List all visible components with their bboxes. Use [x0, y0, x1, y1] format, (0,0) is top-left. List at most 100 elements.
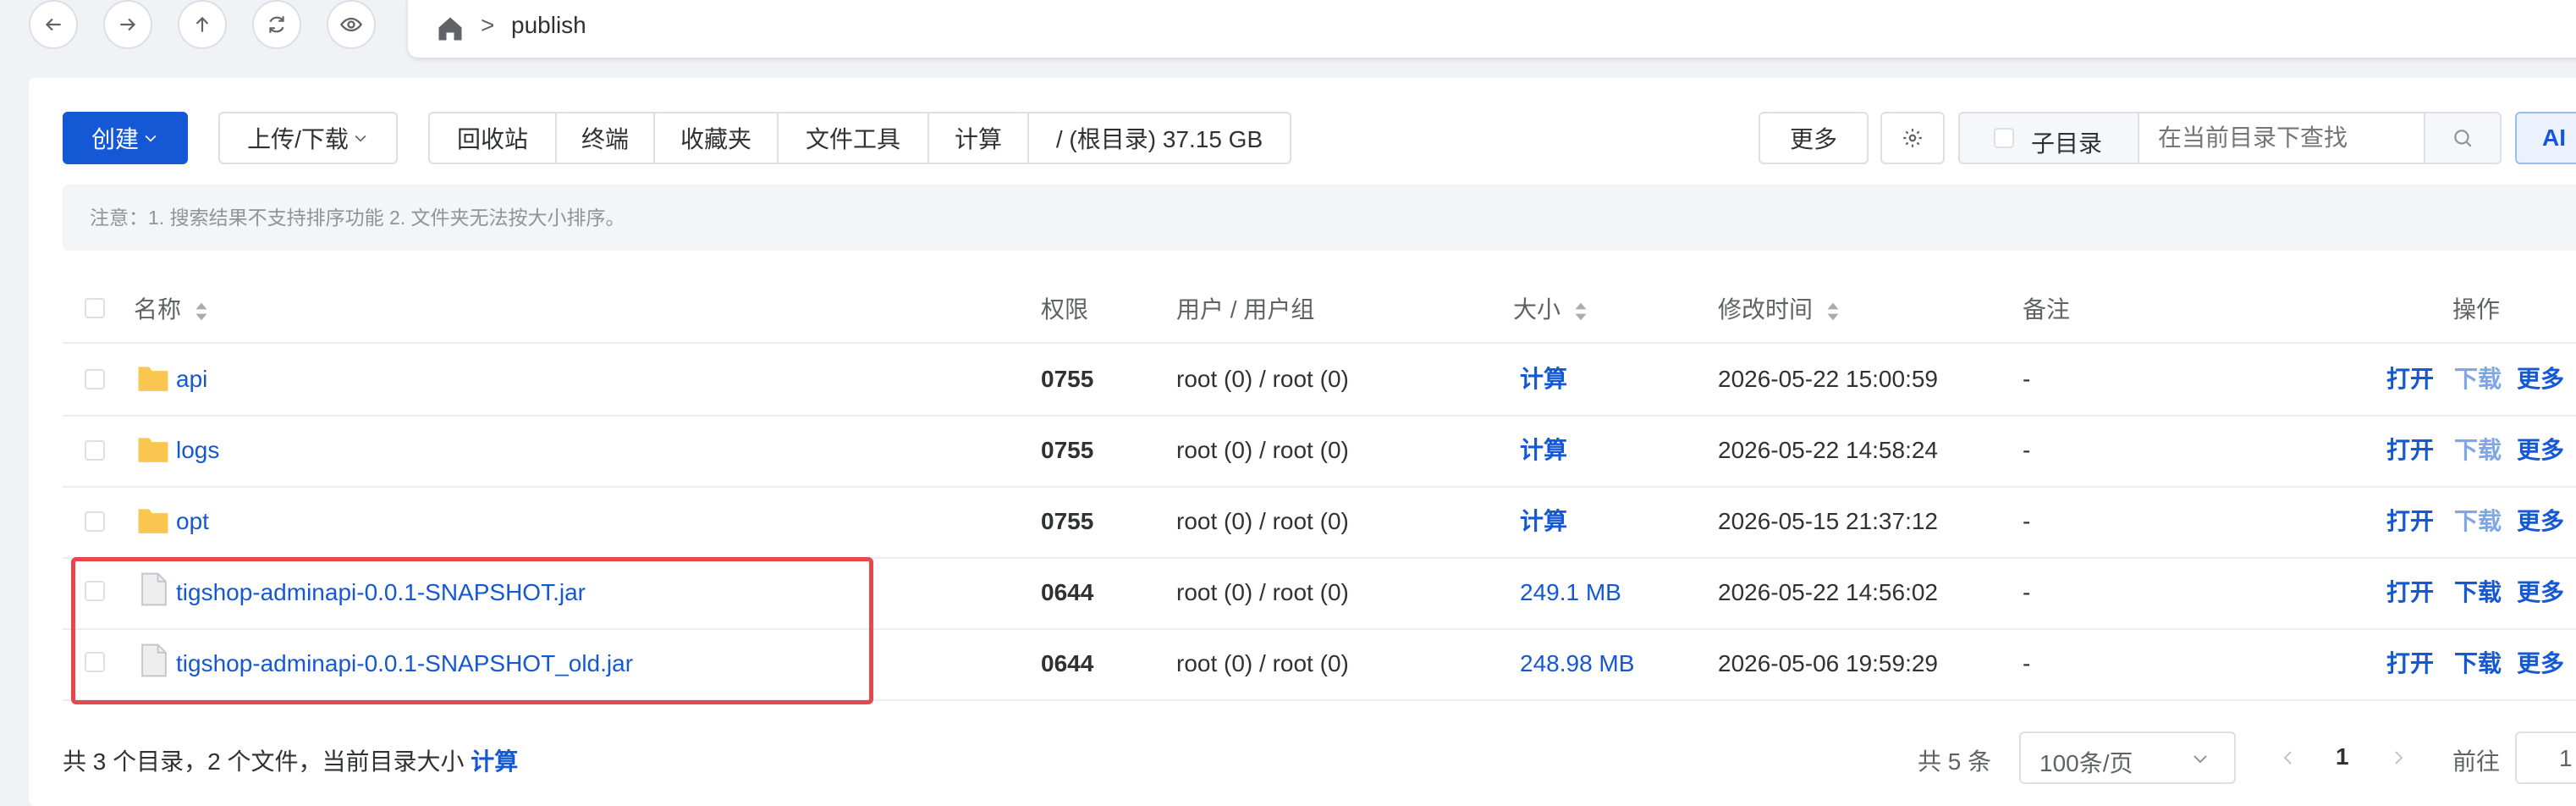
size-value[interactable]: 249.1 MB	[1520, 557, 1621, 628]
open-link[interactable]: 打开	[2386, 415, 2434, 486]
up-button[interactable]	[178, 0, 227, 49]
arrow-right-icon	[120, 18, 136, 31]
search-input[interactable]	[2138, 112, 2425, 164]
sort-icon	[195, 302, 207, 321]
open-link[interactable]: 打开	[2386, 486, 2434, 557]
path-bar[interactable]: > publish	[408, 0, 2576, 58]
perm-value: 0755	[1041, 366, 1094, 392]
sort-icon	[1575, 302, 1587, 321]
path-current[interactable]: publish	[511, 12, 586, 39]
file-name-link[interactable]: opt	[176, 486, 209, 557]
download-link[interactable]: 下载	[2454, 486, 2502, 557]
download-link[interactable]: 下载	[2454, 628, 2502, 699]
perm-value: 0755	[1041, 508, 1094, 534]
back-button[interactable]	[29, 0, 78, 49]
arrow-up-icon	[195, 16, 209, 32]
terminal-button[interactable]: 终端	[557, 113, 655, 163]
chevron-down-icon	[2193, 755, 2207, 764]
header-size[interactable]: 大小	[1513, 291, 1588, 325]
goto-value: 1	[2559, 745, 2573, 771]
folder-icon	[138, 367, 168, 391]
total-count: 共 5 条	[1918, 748, 1992, 775]
footer-calc-link[interactable]: 计算	[471, 748, 518, 775]
note-value: -	[2023, 508, 2031, 534]
highlight-box	[71, 557, 873, 704]
download-link[interactable]: 下载	[2454, 344, 2502, 415]
file-tools-button[interactable]: 文件工具	[779, 113, 929, 163]
perm-value: 0755	[1041, 437, 1094, 463]
owner-value: root (0) / root (0)	[1176, 437, 1349, 463]
row-more-link[interactable]: 更多	[2517, 344, 2564, 415]
footer-summary-text: 共 3 个目录，2 个文件，当前目录大小	[63, 748, 465, 775]
page-size-select[interactable]: 100条/页	[2019, 731, 2236, 784]
table-row: opt 0755 root (0) / root (0) 计算 2026-05-…	[63, 486, 2576, 559]
mtime-value: 2026-05-22 15:00:59	[1718, 366, 1938, 392]
create-button[interactable]: 创建	[63, 112, 188, 164]
settings-button[interactable]	[1880, 112, 1945, 164]
folder-icon	[138, 438, 168, 462]
search-button[interactable]	[2424, 112, 2502, 164]
next-page-icon[interactable]	[2388, 747, 2408, 769]
mtime-value: 2026-05-22 14:58:24	[1718, 437, 1938, 463]
mtime-value: 2026-05-06 19:59:29	[1718, 650, 1938, 676]
row-checkbox[interactable]	[85, 440, 105, 461]
perm-value: 0644	[1041, 579, 1094, 605]
file-name-link[interactable]: api	[176, 344, 207, 415]
header-owner: 用户 / 用户组	[1176, 296, 1315, 323]
chevron-down-icon	[145, 135, 157, 142]
row-checkbox[interactable]	[85, 369, 105, 389]
download-link[interactable]: 下载	[2454, 557, 2502, 628]
header-perm: 权限	[1041, 296, 1089, 323]
row-more-link[interactable]: 更多	[2517, 415, 2564, 486]
refresh-button[interactable]	[252, 0, 301, 49]
subdir-toggle[interactable]: 子目录	[1958, 112, 2139, 164]
note-value: -	[2023, 366, 2031, 392]
home-icon[interactable]	[435, 14, 465, 44]
row-more-link[interactable]: 更多	[2517, 628, 2564, 699]
search-icon	[2454, 130, 2472, 147]
goto-input[interactable]: 1	[2515, 731, 2576, 784]
open-link[interactable]: 打开	[2386, 344, 2434, 415]
header-name[interactable]: 名称	[134, 291, 208, 325]
disk-info-button[interactable]: / (根目录) 37.15 GB	[1029, 113, 1290, 163]
calculate-button[interactable]: 计算	[929, 113, 1029, 163]
subdir-checkbox[interactable]	[1994, 128, 2014, 148]
ai-button[interactable]: AI	[2515, 112, 2576, 164]
size-calc-link[interactable]: 计算	[1520, 486, 1567, 557]
gear-icon	[1903, 129, 1922, 147]
recycle-bin-button[interactable]: 回收站	[430, 113, 557, 163]
row-more-link[interactable]: 更多	[2517, 557, 2564, 628]
open-link[interactable]: 打开	[2386, 557, 2434, 628]
more-button[interactable]: 更多	[1759, 112, 1869, 164]
tool-button-group: 回收站 终端 收藏夹 文件工具 计算 / (根目录) 37.15 GB	[428, 112, 1291, 164]
view-button[interactable]	[327, 0, 376, 49]
size-calc-link[interactable]: 计算	[1520, 415, 1567, 486]
notice-bar: 注意：1. 搜索结果不支持排序功能 2. 文件夹无法按大小排序。	[63, 185, 2576, 251]
current-page[interactable]: 1	[2336, 743, 2349, 770]
eye-icon	[339, 17, 363, 32]
download-link[interactable]: 下载	[2454, 415, 2502, 486]
note-value: -	[2023, 579, 2031, 605]
path-separator: >	[481, 12, 495, 38]
create-label: 创建	[91, 126, 139, 152]
owner-value: root (0) / root (0)	[1176, 508, 1349, 534]
note-value: -	[2023, 650, 2031, 676]
file-name-link[interactable]: logs	[176, 415, 219, 486]
chevron-down-icon	[355, 135, 366, 142]
forward-button[interactable]	[103, 0, 152, 49]
prev-page-icon[interactable]	[2278, 747, 2298, 769]
upload-download-button[interactable]: 上传/下载	[218, 112, 398, 164]
row-checkbox[interactable]	[85, 511, 105, 532]
open-link[interactable]: 打开	[2386, 628, 2434, 699]
size-value[interactable]: 248.98 MB	[1520, 628, 1634, 699]
size-calc-link[interactable]: 计算	[1520, 344, 1567, 415]
subdir-label: 子目录	[2031, 130, 2103, 157]
mtime-value: 2026-05-15 21:37:12	[1718, 508, 1938, 534]
row-more-link[interactable]: 更多	[2517, 486, 2564, 557]
mtime-value: 2026-05-22 14:56:02	[1718, 579, 1938, 605]
header-mtime-label: 修改时间	[1718, 296, 1814, 323]
page-size-value: 100条/页	[2039, 750, 2133, 776]
select-all-checkbox[interactable]	[85, 298, 105, 318]
header-mtime[interactable]: 修改时间	[1718, 291, 1840, 325]
favorites-button[interactable]: 收藏夹	[655, 113, 779, 163]
